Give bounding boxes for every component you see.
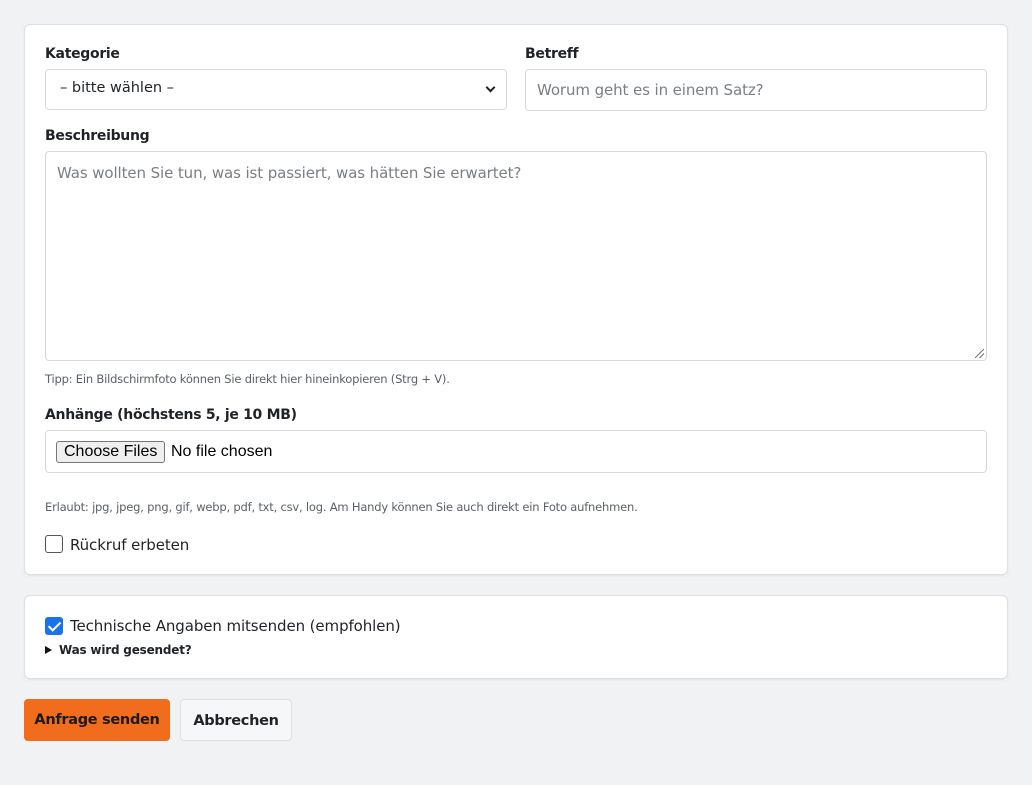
disclosure-triangle-icon <box>45 646 52 654</box>
technical-info-checkbox[interactable] <box>45 617 63 635</box>
callback-checkbox[interactable] <box>45 535 63 553</box>
subject-label: Betreff <box>525 46 579 62</box>
category-label: Kategorie <box>45 46 120 62</box>
request-form-card: Kategorie – bitte wählen – Betreff Worum… <box>24 24 1008 575</box>
description-label: Beschreibung <box>45 128 150 144</box>
attachments-file-input: Choose Files No file chosen <box>45 430 987 473</box>
category-selected-value: – bitte wählen – <box>60 80 174 96</box>
chevron-down-icon <box>485 82 496 93</box>
description-textarea[interactable]: Was wollten Sie tun, was ist passiert, w… <box>45 151 987 361</box>
description-placeholder: Was wollten Sie tun, was ist passiert, w… <box>57 164 522 182</box>
cancel-button[interactable]: Abbrechen <box>180 699 292 741</box>
subject-placeholder: Worum geht es in einem Satz? <box>537 81 764 99</box>
submit-request-button[interactable]: Anfrage senden <box>24 699 170 741</box>
allowed-types-hint: Erlaubt: jpg, jpeg, png, gif, webp, pdf,… <box>45 500 638 514</box>
category-select[interactable]: – bitte wählen – <box>45 69 507 110</box>
technical-info-card: Technische Angaben mitsenden (empfohlen)… <box>24 595 1008 679</box>
details-toggle[interactable]: Was wird gesendet? <box>45 643 192 657</box>
file-status-text: No file chosen <box>171 443 273 460</box>
resize-handle-icon[interactable] <box>975 349 984 358</box>
callback-label[interactable]: Rückruf erbeten <box>70 536 189 554</box>
attachments-label: Anhänge (höchstens 5, je 10 MB) <box>45 407 297 423</box>
technical-info-label[interactable]: Technische Angaben mitsenden (empfohlen) <box>70 617 401 635</box>
choose-files-button[interactable]: Choose Files <box>56 441 166 463</box>
details-summary-text: Was wird gesendet? <box>59 643 192 657</box>
paste-screenshot-hint: Tipp: Ein Bildschirmfoto können Sie dire… <box>45 372 450 386</box>
subject-input[interactable]: Worum geht es in einem Satz? <box>525 69 987 111</box>
